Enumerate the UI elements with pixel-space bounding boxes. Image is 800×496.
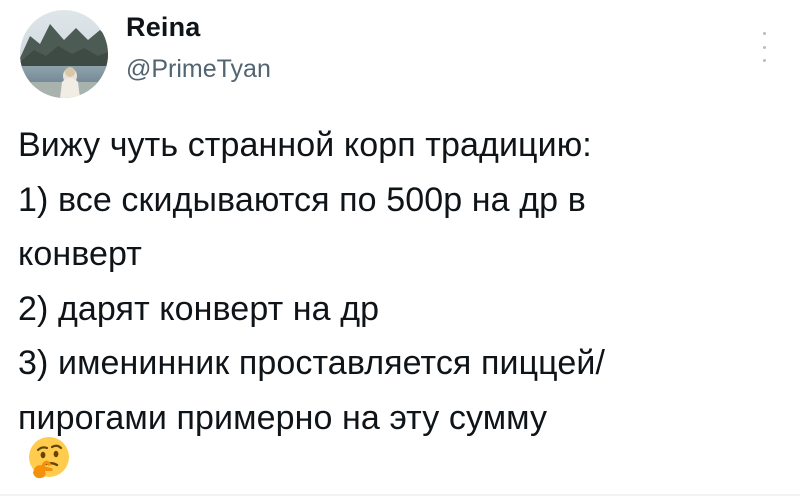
tweet-line: 1) все скидываются по 500р на др в [18, 180, 586, 219]
author-name[interactable]: Reina [126, 10, 201, 44]
author-handle[interactable]: @PrimeTyan [126, 54, 271, 84]
avatar[interactable] [20, 10, 108, 98]
more-dot [762, 45, 766, 49]
tweet-line: 2) дарят конверт на др [18, 289, 380, 328]
more-dot [762, 59, 766, 62]
tweet-text: Вижу чуть странной корп традицию: 1) все… [18, 118, 788, 445]
tweet-line: конверт [18, 235, 142, 273]
tweet-card: Reina @PrimeTyan Вижу чуть странной корп… [0, 0, 800, 496]
more-dot [762, 32, 766, 35]
avatar-photo-icon [20, 10, 108, 98]
tweet-line: 3) именинник проставляется пиццей/ [18, 344, 605, 382]
tweet-line: пирогами примерно на эту сумму [18, 398, 548, 437]
thinking-face-icon [25, 433, 73, 481]
tweet-line: Вижу чуть странной корп традицию: [18, 126, 592, 164]
more-options-icon[interactable] [752, 32, 776, 62]
